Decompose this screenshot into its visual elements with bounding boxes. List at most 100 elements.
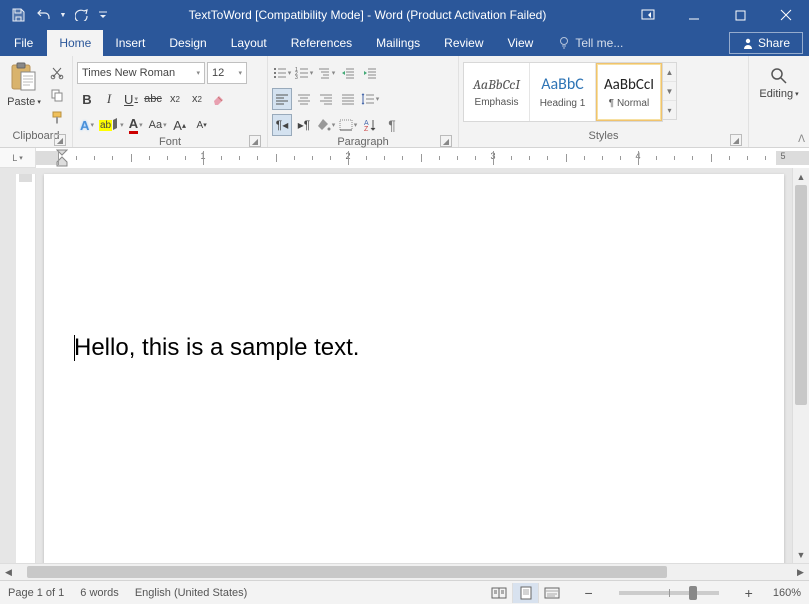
find-button[interactable] [769, 66, 789, 86]
zoom-slider[interactable] [619, 591, 719, 595]
tell-me-search[interactable]: Tell me... [545, 30, 635, 56]
vscroll-thumb[interactable] [795, 185, 807, 405]
tab-design[interactable]: Design [157, 30, 218, 56]
tab-selector[interactable]: L▾ [0, 148, 36, 168]
web-layout-button[interactable] [538, 583, 564, 603]
paragraph-group-label: Paragraph [337, 136, 388, 148]
font-size-combo[interactable]: 12▾ [207, 62, 247, 84]
zoom-out-button[interactable]: − [580, 585, 596, 601]
line-spacing-button[interactable]: ▾ [360, 88, 380, 110]
format-painter-button[interactable] [46, 106, 68, 128]
paste-label[interactable]: Paste▾ [7, 96, 41, 108]
save-icon[interactable] [6, 3, 30, 27]
style-gallery-more[interactable]: ▲ ▼ ▾ [663, 62, 677, 120]
scroll-up-icon[interactable]: ▲ [793, 168, 809, 185]
tab-file[interactable]: File [0, 30, 47, 56]
highlight-button[interactable]: ab▾ [99, 114, 124, 136]
decrease-indent-button[interactable] [338, 62, 358, 84]
subscript-button[interactable]: x2 [165, 88, 185, 110]
zoom-in-button[interactable]: + [741, 585, 757, 601]
word-count[interactable]: 6 words [80, 587, 119, 599]
tab-references[interactable]: References [279, 30, 364, 56]
clipboard-launcher[interactable]: ◢ [54, 134, 66, 146]
bold-button[interactable]: B [77, 88, 97, 110]
horizontal-scrollbar[interactable]: ◀ ▶ [0, 563, 809, 580]
scroll-right-icon[interactable]: ▶ [792, 564, 809, 580]
collapse-ribbon-icon[interactable]: ᐱ [798, 134, 805, 145]
share-label: Share [758, 36, 790, 50]
gallery-down-icon[interactable]: ▼ [663, 82, 676, 101]
italic-button[interactable]: I [99, 88, 119, 110]
grow-font-button[interactable]: A▴ [170, 114, 190, 136]
tab-layout[interactable]: Layout [219, 30, 279, 56]
svg-text:3: 3 [295, 75, 298, 79]
font-color-button[interactable]: A▾ [126, 114, 146, 136]
tab-mailings[interactable]: Mailings [364, 30, 432, 56]
increase-indent-button[interactable] [360, 62, 380, 84]
style-normal[interactable]: AaBbCcI ¶ Normal [596, 63, 662, 121]
minimize-icon[interactable] [671, 0, 717, 30]
tab-view[interactable]: View [496, 30, 546, 56]
show-marks-button[interactable]: ¶ [382, 114, 402, 136]
tab-insert[interactable]: Insert [103, 30, 157, 56]
copy-button[interactable] [46, 84, 68, 106]
gallery-up-icon[interactable]: ▲ [663, 63, 676, 82]
zoom-level[interactable]: 160% [773, 587, 801, 599]
change-case-button[interactable]: Aa▾ [148, 114, 168, 136]
paragraph-launcher[interactable]: ◢ [440, 135, 452, 147]
hscroll-thumb[interactable] [27, 566, 667, 578]
font-name-combo[interactable]: Times New Roman▾ [77, 62, 205, 84]
scroll-down-icon[interactable]: ▼ [793, 546, 809, 563]
styles-launcher[interactable]: ◢ [730, 134, 742, 146]
scroll-left-icon[interactable]: ◀ [0, 564, 17, 580]
shrink-font-button[interactable]: A▾ [192, 114, 212, 136]
strikethrough-button[interactable]: abc [143, 88, 163, 110]
superscript-button[interactable]: x2 [187, 88, 207, 110]
redo-icon[interactable] [70, 3, 94, 27]
qat-customize-icon[interactable] [96, 3, 110, 27]
underline-button[interactable]: U▾ [121, 88, 141, 110]
undo-icon[interactable] [32, 3, 56, 27]
cut-button[interactable] [46, 62, 68, 84]
tab-review[interactable]: Review [432, 30, 495, 56]
align-center-button[interactable] [294, 88, 314, 110]
editing-label[interactable]: Editing▾ [759, 88, 798, 100]
page-status[interactable]: Page 1 of 1 [8, 587, 64, 599]
multilevel-list-button[interactable]: ▾ [316, 62, 336, 84]
maximize-icon[interactable] [717, 0, 763, 30]
text-effects-button[interactable]: A▾ [77, 114, 97, 136]
tab-home[interactable]: Home [47, 30, 103, 56]
style-gallery: AaBbCcI Emphasis AaBbC Heading 1 AaBbCcI… [463, 62, 663, 122]
share-button[interactable]: Share [729, 32, 803, 54]
group-font: Times New Roman▾ 12▾ B I U▾ abc x2 x2 A▾… [73, 56, 268, 147]
align-left-button[interactable] [272, 88, 292, 110]
read-mode-button[interactable] [486, 583, 512, 603]
ltr-button[interactable]: ¶◂ [272, 114, 292, 136]
ribbon-options-icon[interactable] [625, 0, 671, 30]
zoom-thumb[interactable] [689, 586, 697, 600]
bullets-button[interactable]: ▾ [272, 62, 292, 84]
vertical-ruler[interactable] [16, 174, 36, 563]
style-heading1[interactable]: AaBbC Heading 1 [530, 63, 596, 121]
page-viewport[interactable]: Hello, this is a sample text. [36, 168, 792, 563]
undo-dropdown-icon[interactable]: ▼ [58, 3, 68, 27]
document-page[interactable]: Hello, this is a sample text. [44, 174, 784, 563]
sort-button[interactable]: AZ [360, 114, 380, 136]
vertical-scrollbar[interactable]: ▲ ▼ [792, 168, 809, 563]
align-right-button[interactable] [316, 88, 336, 110]
style-emphasis[interactable]: AaBbCcI Emphasis [464, 63, 530, 121]
document-text[interactable]: Hello, this is a sample text. [74, 334, 754, 362]
numbering-button[interactable]: 123▾ [294, 62, 314, 84]
font-launcher[interactable]: ◢ [249, 135, 261, 147]
justify-button[interactable] [338, 88, 358, 110]
gallery-expand-icon[interactable]: ▾ [663, 101, 676, 119]
shading-button[interactable]: ▾ [316, 114, 336, 136]
borders-button[interactable]: ▾ [338, 114, 358, 136]
clear-formatting-button[interactable] [209, 88, 229, 110]
rtl-button[interactable]: ▸¶ [294, 114, 314, 136]
print-layout-button[interactable] [512, 583, 538, 603]
horizontal-ruler[interactable]: 12345 [36, 148, 809, 168]
close-icon[interactable] [763, 0, 809, 30]
language-status[interactable]: English (United States) [135, 587, 248, 599]
paste-button[interactable] [8, 62, 40, 94]
